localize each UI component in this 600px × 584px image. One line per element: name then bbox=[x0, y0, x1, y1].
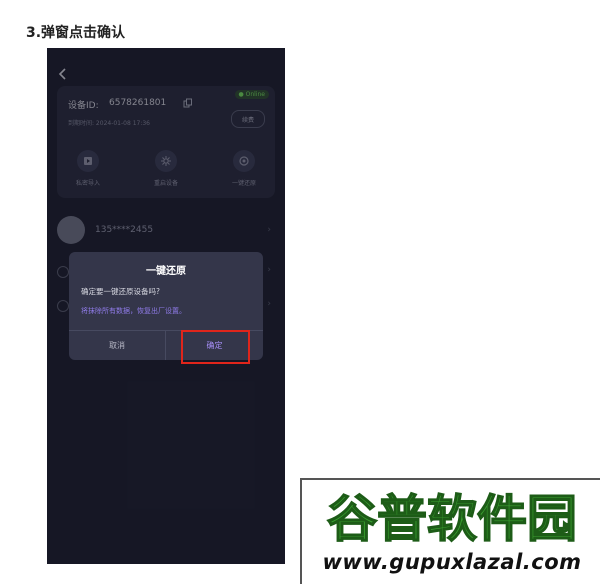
watermark-url: www.gupuxlazal.com bbox=[322, 550, 582, 574]
cancel-button[interactable]: 取消 bbox=[69, 331, 165, 360]
dialog-question: 确定要一键还原设备吗? bbox=[81, 287, 160, 296]
brand-logo: 谷普软件园 bbox=[326, 489, 578, 549]
brand-text: 谷普软件园 bbox=[327, 490, 577, 548]
dialog-note: 将抹除所有数据，恢复出厂设置。 bbox=[81, 307, 186, 315]
phone-screenshot: ● Online 设备ID: 6578261801 到期时间: 2024-01-… bbox=[47, 48, 285, 564]
dialog-title: 一键还原 bbox=[146, 266, 186, 277]
watermark: 谷普软件园 www.gupuxlazal.com bbox=[300, 478, 600, 584]
step-title: 3.弹窗点击确认 bbox=[26, 25, 126, 41]
confirm-highlight-box bbox=[181, 330, 250, 364]
